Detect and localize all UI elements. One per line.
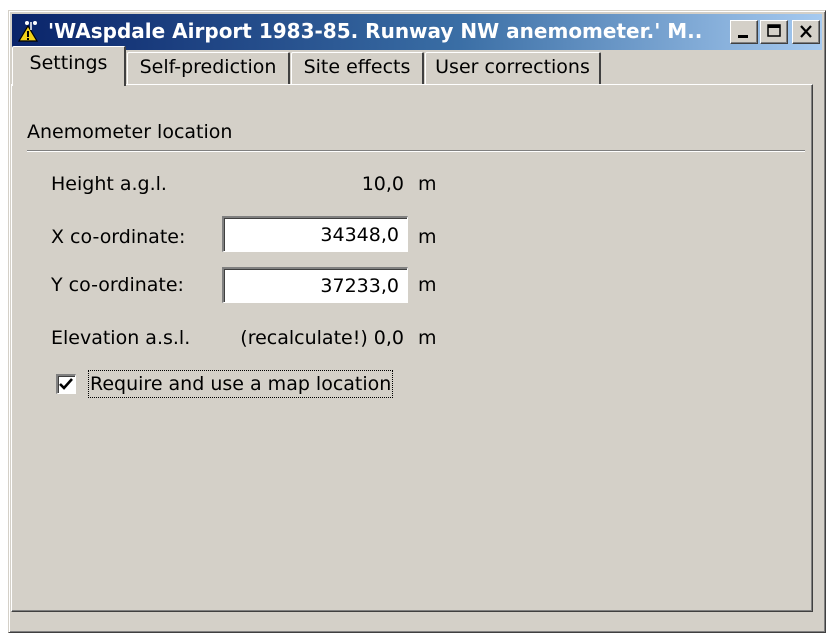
height-label: Height a.g.l. [51, 173, 167, 195]
tab-settings[interactable]: Settings [12, 46, 126, 86]
height-unit: m [418, 173, 437, 195]
tab-site-effects[interactable]: Site effects [291, 52, 424, 84]
group-separator [27, 150, 805, 152]
x-coordinate-label: X co-ordinate: [51, 226, 186, 248]
group-title: Anemometer location [27, 121, 233, 143]
elevation-label: Elevation a.s.l. [51, 327, 191, 349]
y-coordinate-input[interactable]: 37233,0 [222, 267, 408, 303]
elevation-unit: m [418, 327, 437, 349]
minimize-icon [738, 35, 748, 38]
y-coordinate-unit: m [418, 274, 437, 296]
anemometer-warning-icon [16, 20, 40, 44]
tab-user-corrections[interactable]: User corrections [425, 52, 601, 84]
map-location-checkbox[interactable] [56, 374, 76, 394]
window-title: 'WAspdale Airport 1983-85. Runway NW ane… [48, 19, 702, 43]
maximize-button[interactable] [760, 20, 788, 44]
elevation-value: (recalculate!) 0,0 [240, 327, 404, 349]
y-coordinate-label: Y co-ordinate: [51, 274, 184, 296]
tab-self-prediction[interactable]: Self-prediction [127, 52, 290, 84]
checkmark-icon [59, 378, 73, 390]
map-location-label[interactable]: Require and use a map location [87, 370, 394, 398]
title-bar[interactable]: 'WAspdale Airport 1983-85. Runway NW ane… [12, 14, 822, 50]
x-coordinate-unit: m [418, 226, 437, 248]
close-icon [800, 25, 812, 38]
height-value: 10,0 [361, 173, 404, 195]
maximize-icon [767, 24, 781, 37]
x-coordinate-input[interactable]: 34348,0 [222, 216, 408, 252]
close-button[interactable] [792, 20, 820, 44]
minimize-button[interactable] [730, 20, 758, 44]
